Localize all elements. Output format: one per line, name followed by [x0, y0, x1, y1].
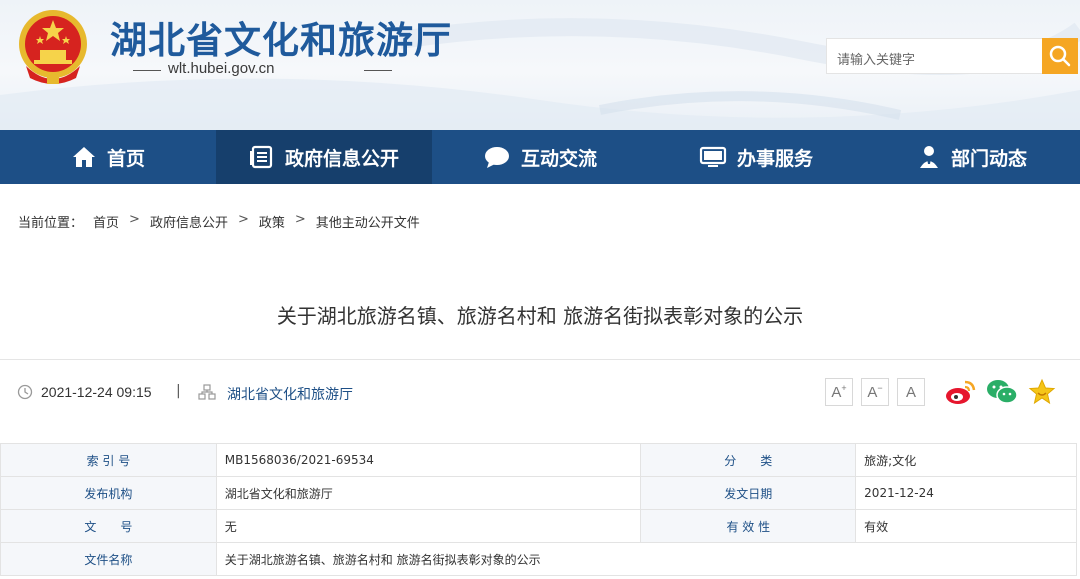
- site-header: 湖北省文化和旅游厅 wlt.hubei.gov.cn 请输入关键字: [0, 0, 1080, 130]
- search-input[interactable]: 请输入关键字: [826, 38, 1042, 74]
- font-size-reset-button[interactable]: A: [897, 378, 925, 406]
- validity-value: 有效: [855, 509, 1077, 543]
- main-nav: 首页 政府信息公开 互动交流 办事服务 部门动态: [0, 130, 1080, 184]
- nav-item-label: 互动交流: [520, 147, 597, 170]
- breadcrumb-item-gov-info[interactable]: 政府信息公开: [150, 212, 228, 231]
- document-list-icon: [249, 145, 273, 169]
- nav-item-home[interactable]: 首页: [0, 130, 216, 184]
- issuer-label: 发布机构: [0, 476, 217, 510]
- table-row: 索 引 号 MB1568036/2021-69534 分 类 旅游;文化: [0, 443, 1077, 477]
- search-icon: [1049, 45, 1071, 67]
- publish-datetime: 2021-12-24 09:15: [41, 384, 152, 400]
- font-size-decrease-button[interactable]: A −: [861, 378, 889, 406]
- document-info-table: 索 引 号 MB1568036/2021-69534 分 类 旅游;文化 发布机…: [0, 443, 1078, 576]
- doc-name-label: 文件名称: [0, 542, 217, 576]
- site-domain: wlt.hubei.gov.cn: [168, 60, 275, 77]
- validity-label: 有 效 性: [640, 509, 857, 543]
- table-row: 发布机构 湖北省文化和旅游厅 发文日期 2021-12-24: [0, 476, 1077, 510]
- issuer-value: 湖北省文化和旅游厅: [215, 476, 642, 510]
- breadcrumb: 当前位置： 首页 > 政府信息公开 > 政策 > 其他主动公开文件: [18, 212, 430, 231]
- nav-item-dept-news[interactable]: 部门动态: [864, 130, 1080, 184]
- monitor-icon: [699, 146, 727, 167]
- domain-decorative-line-right: [364, 70, 392, 71]
- nav-item-label: 办事服务: [736, 147, 813, 170]
- plus-icon: +: [841, 383, 847, 393]
- nav-item-services[interactable]: 办事服务: [648, 130, 864, 184]
- nav-item-label: 首页: [106, 147, 145, 170]
- breadcrumb-item-policy[interactable]: 政策: [259, 212, 285, 231]
- search-button[interactable]: [1042, 38, 1078, 74]
- breadcrumb-separator: >: [237, 212, 249, 227]
- wechat-share-icon[interactable]: [986, 378, 1018, 406]
- nav-item-label: 部门动态: [950, 147, 1027, 170]
- organization-icon: [198, 384, 216, 400]
- national-emblem-icon: [19, 10, 87, 84]
- domain-decorative-line-left: [133, 70, 161, 71]
- nav-item-label: 政府信息公开: [284, 147, 399, 170]
- home-icon: [72, 147, 95, 167]
- title-divider: [0, 359, 1080, 360]
- article-title: 关于湖北旅游名镇、旅游名村和 旅游名街拟表彰对象的公示: [276, 304, 804, 328]
- doc-number-label: 文 号: [0, 509, 217, 543]
- issue-date-value: 2021-12-24: [855, 476, 1077, 510]
- person-badge-icon: [919, 146, 938, 168]
- nav-item-gov-info[interactable]: 政府信息公开: [216, 130, 432, 184]
- font-size-increase-button[interactable]: A +: [825, 378, 853, 406]
- minus-icon: −: [877, 383, 883, 393]
- issue-date-label: 发文日期: [640, 476, 857, 510]
- font-button-label: A: [867, 383, 878, 401]
- font-button-label: A: [831, 383, 842, 401]
- table-row: 文件名称 关于湖北旅游名镇、旅游名村和 旅游名街拟表彰对象的公示: [0, 542, 1078, 576]
- breadcrumb-item-home[interactable]: 首页: [93, 212, 119, 231]
- weibo-share-icon[interactable]: [945, 378, 977, 406]
- chat-bubble-icon: [484, 147, 509, 168]
- breadcrumb-separator: >: [294, 212, 306, 227]
- article-source: 湖北省文化和旅游厅: [227, 387, 353, 403]
- breadcrumb-item-other-files[interactable]: 其他主动公开文件: [316, 212, 420, 231]
- breadcrumb-separator: >: [129, 212, 140, 227]
- font-button-label: A: [905, 383, 916, 401]
- nav-item-interaction[interactable]: 互动交流: [432, 130, 648, 184]
- index-value: MB1568036/2021-69534: [215, 443, 642, 477]
- site-title[interactable]: 湖北省文化和旅游厅: [110, 10, 452, 64]
- clock-icon: [17, 384, 33, 400]
- table-row: 文 号 无 有 效 性 有效: [0, 509, 1077, 543]
- doc-number-value: 无: [215, 509, 642, 543]
- category-value: 旅游;文化: [855, 443, 1077, 477]
- doc-name-value: 关于湖北旅游名镇、旅游名村和 旅游名街拟表彰对象的公示: [215, 542, 1078, 576]
- meta-separator: |: [176, 383, 181, 399]
- favorite-star-icon[interactable]: [1028, 378, 1056, 406]
- index-label: 索 引 号: [0, 443, 217, 477]
- category-label: 分 类: [640, 443, 857, 477]
- breadcrumb-prefix: 当前位置：: [18, 216, 84, 231]
